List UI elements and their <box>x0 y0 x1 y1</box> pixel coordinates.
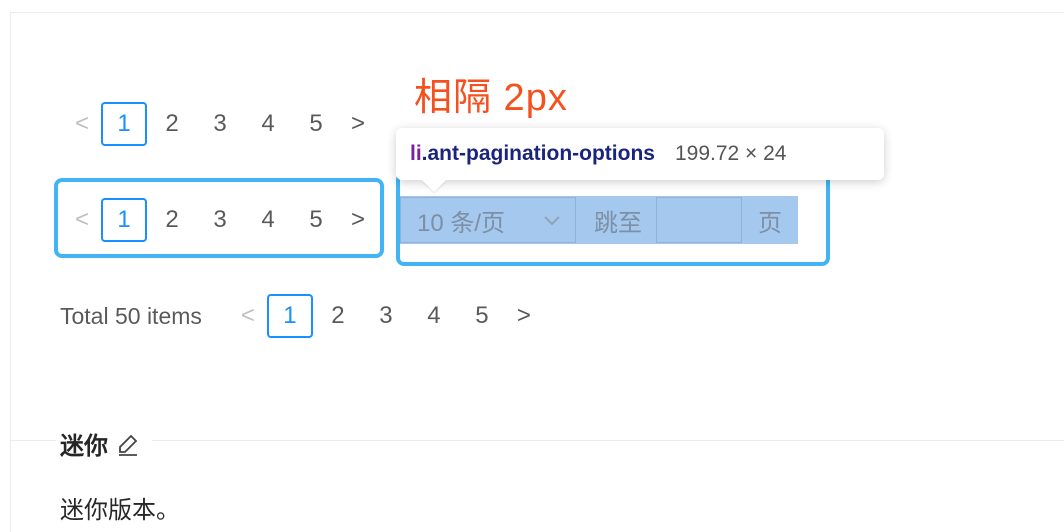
total-items-text: Total 50 items <box>60 302 202 329</box>
page-1-button[interactable]: 1 <box>266 294 313 338</box>
tooltip-class: .ant-pagination-options <box>421 142 655 165</box>
prev-page-button[interactable]: < <box>64 102 100 146</box>
page-2-button[interactable]: 2 <box>148 102 196 146</box>
pagination-basic: < 1 2 3 4 5 > <box>64 100 376 148</box>
spacing-annotation: 相隔 2px <box>414 77 568 119</box>
pager-highlight-box <box>54 178 384 258</box>
page-5-button[interactable]: 5 <box>292 102 340 146</box>
tooltip-size: 199.72 × 24 <box>674 142 787 165</box>
devtools-inspect-tooltip: li .ant-pagination-options 199.72 × 24 <box>396 128 884 180</box>
page-5-button[interactable]: 5 <box>458 294 506 338</box>
edit-icon[interactable] <box>116 432 140 456</box>
demo-title-text: 迷你 <box>60 433 108 460</box>
pagination-with-total: Total 50 items < 1 2 3 4 5 > <box>60 292 542 340</box>
page-1-button[interactable]: 1 <box>101 102 147 146</box>
tooltip-tag: li <box>410 142 422 165</box>
options-highlight-box <box>396 172 830 266</box>
page-2-button[interactable]: 2 <box>314 294 362 338</box>
section-divider <box>10 440 1064 441</box>
page-3-button[interactable]: 3 <box>362 294 410 338</box>
page-4-button[interactable]: 4 <box>244 102 292 146</box>
next-page-button[interactable]: > <box>340 102 376 146</box>
page-4-button[interactable]: 4 <box>410 294 458 338</box>
demo-title: 迷你 <box>56 426 152 461</box>
prev-page-button[interactable]: < <box>230 294 266 338</box>
next-page-button[interactable]: > <box>506 294 542 338</box>
page-3-button[interactable]: 3 <box>196 102 244 146</box>
